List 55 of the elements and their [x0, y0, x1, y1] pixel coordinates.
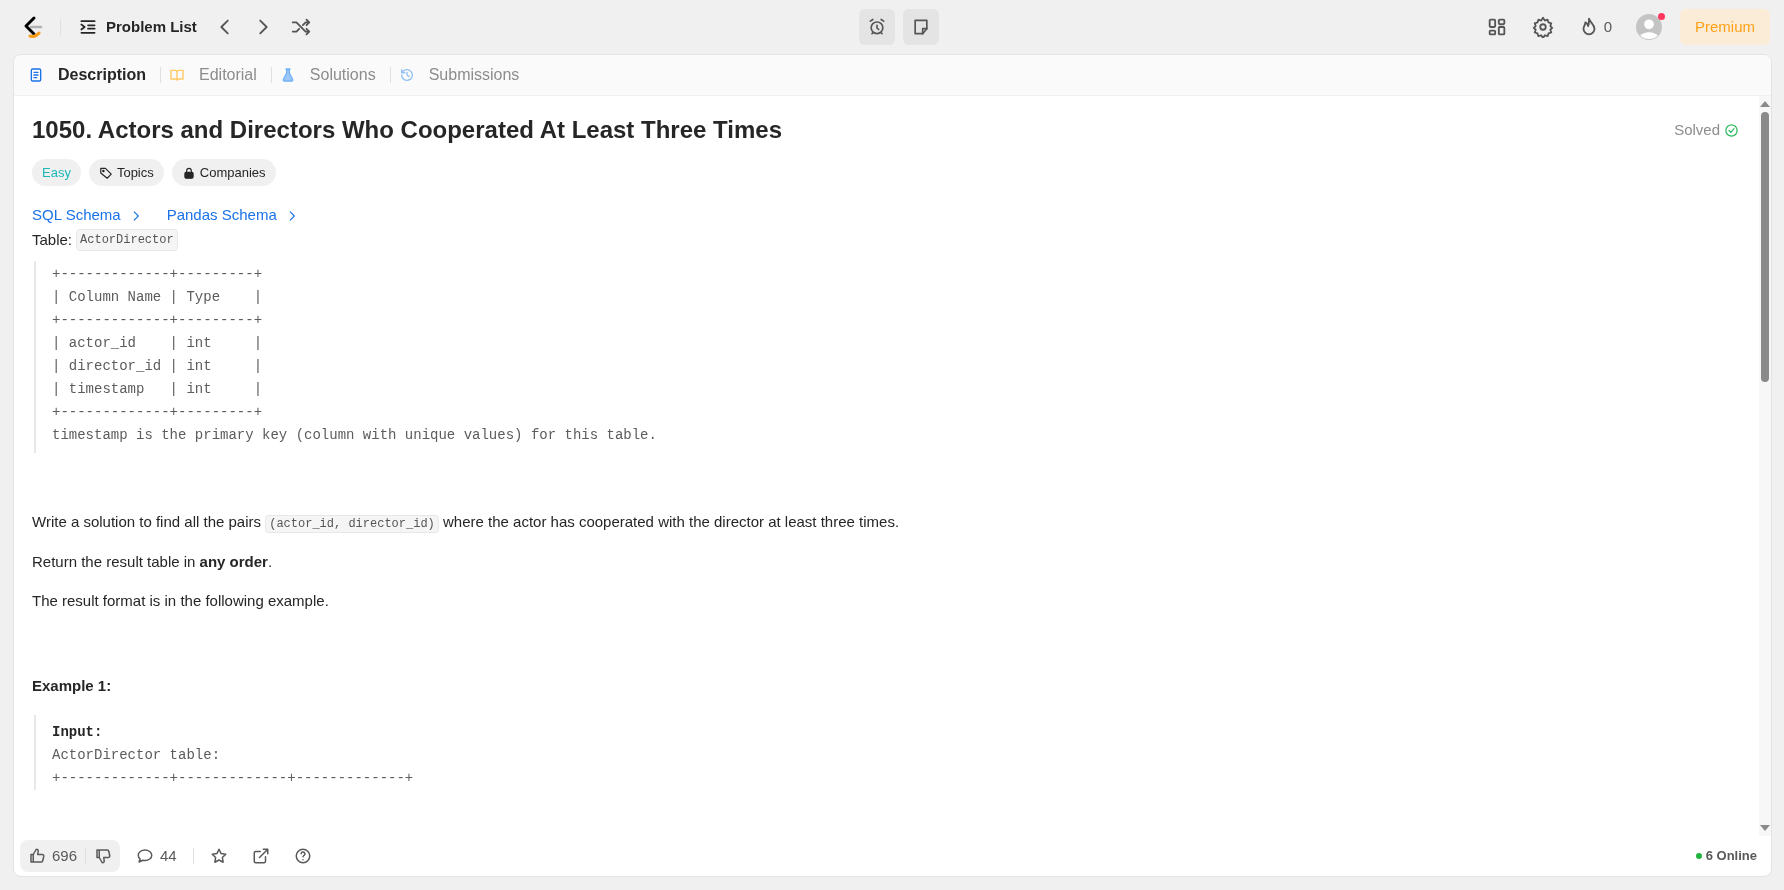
tab[interactable]: Editorial	[193, 63, 263, 87]
thumbs-down-icon	[94, 847, 113, 865]
difficulty-badge: Easy	[32, 158, 81, 187]
table-label: Table:	[32, 229, 73, 250]
code-line: | actor_id | int |	[52, 334, 264, 354]
example-heading: Example 1:	[32, 675, 113, 696]
check-circle-icon	[1724, 122, 1739, 138]
help-icon	[293, 847, 312, 865]
tab[interactable]: Solutions	[303, 63, 382, 87]
tag-button[interactable]: Topics	[88, 158, 164, 187]
code-line: | director_id | int |	[52, 357, 264, 377]
code-line: +-------------+---------+	[52, 311, 264, 331]
book-icon	[169, 67, 185, 83]
tab[interactable]: Description	[52, 63, 152, 87]
code-line: ActorDirector table:	[52, 746, 222, 766]
avatar-icon[interactable]	[1636, 14, 1662, 40]
table-name: ActorDirector	[76, 229, 178, 252]
share-icon	[251, 847, 270, 865]
scroll-down-arrow-icon[interactable]	[1760, 825, 1770, 831]
code-line: +-------------+-------------+-------------+	[52, 769, 415, 789]
online-dot	[1695, 853, 1702, 859]
tag-button[interactable]: Companies	[171, 158, 276, 187]
timer-button[interactable]	[858, 9, 895, 45]
schema-link[interactable]: Pandas Schema	[166, 204, 299, 227]
comment-icon	[136, 847, 155, 865]
online-count: 6 Online	[1705, 847, 1757, 866]
code-line: timestamp is the primary key (column with unique values) for this table.	[52, 426, 658, 446]
code-line: +-------------+---------+	[52, 403, 264, 423]
scrollbar-thumb[interactable]	[1761, 112, 1769, 382]
schema-link[interactable]: SQL Schema	[32, 204, 143, 227]
solved-status: Solved	[1674, 120, 1720, 141]
star-icon	[209, 847, 228, 865]
document-icon	[28, 67, 44, 83]
problem-title: 1050. Actors and Directors Who Cooperated At Least Three Times	[32, 116, 782, 145]
note-button[interactable]	[902, 9, 939, 45]
streak-count: 0	[1603, 16, 1612, 37]
scroll-up-arrow-icon[interactable]	[1760, 101, 1770, 107]
comments-button[interactable]: 44	[128, 840, 185, 872]
paragraph: The result format is in the following example.	[32, 591, 330, 612]
code-line: +-------------+---------+	[52, 265, 264, 285]
code-line: | Column Name | Type |	[52, 288, 264, 308]
paragraph: Write a solution to find all the pairs (actor_id, director_id) where the actor has cooperated with the director at least three times.	[32, 512, 901, 534]
paragraph: Return the result table in any order.	[32, 551, 274, 572]
code-line: | timestamp | int |	[52, 380, 264, 400]
history-icon	[398, 67, 415, 83]
shuffle-icon[interactable]	[289, 16, 312, 38]
problem-list-button[interactable]: Problem List	[77, 14, 198, 40]
lock-icon	[181, 165, 196, 180]
settings-icon[interactable]	[1531, 16, 1554, 38]
tab[interactable]: Submissions	[422, 63, 526, 87]
input-label: Input:	[52, 723, 104, 743]
thumbs-up-icon	[28, 847, 46, 865]
scrollbar[interactable]	[1759, 96, 1771, 836]
list-icon	[78, 17, 98, 37]
tag-icon	[98, 165, 113, 180]
